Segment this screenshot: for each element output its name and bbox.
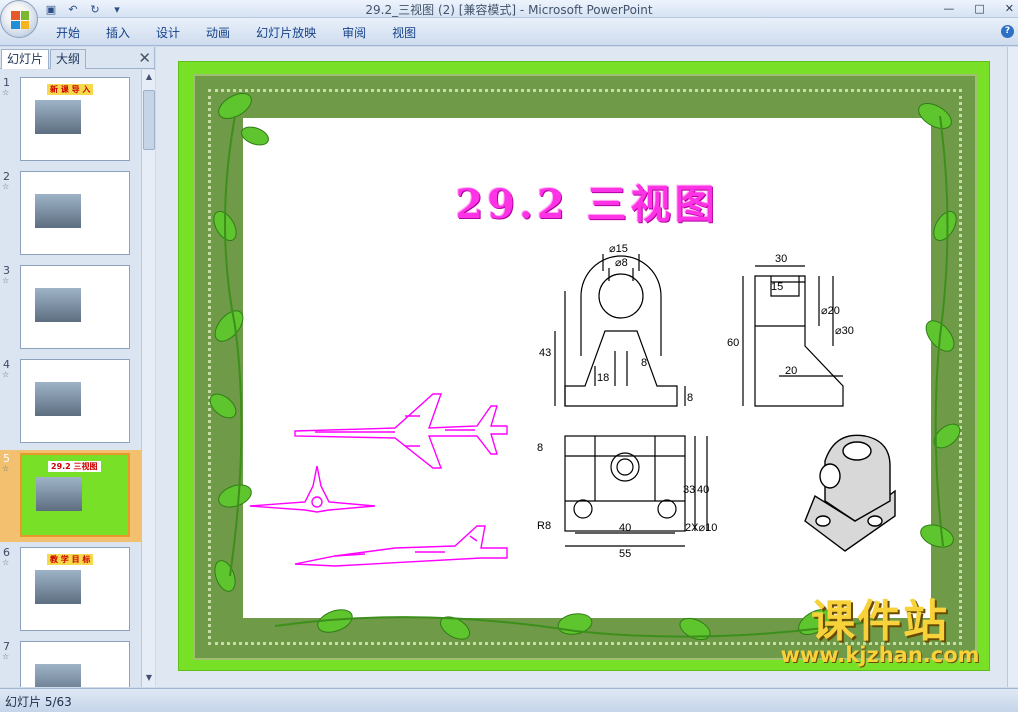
- thumbnail-preview: 29.2 三视图: [20, 453, 130, 537]
- tab-animations[interactable]: 动画: [206, 24, 230, 41]
- watermark-logo: 课件站: [811, 596, 949, 647]
- window-title: 29.2_三视图 (2) [兼容模式] - Microsoft PowerPoi…: [365, 3, 653, 17]
- dim-h60: 60: [727, 337, 739, 349]
- thumbnail-preview: [20, 359, 130, 443]
- front-view-drawing: ⌀15 ⌀8 43 18 8 8: [539, 243, 693, 407]
- thumbnail-image: [35, 570, 81, 604]
- slide-thumbnails: 1 ☆ 新 课 导 入 2 ☆ 3 ☆ 4 ☆ 5 ☆ 29.2 三视图 6 ☆ 教 学 目 标 7 ☆: [0, 70, 141, 687]
- dim-w8: 8: [641, 357, 647, 369]
- panel-close-icon[interactable]: ✕: [138, 49, 151, 67]
- office-logo-icon: [11, 11, 29, 29]
- slide-thumbnail[interactable]: 1 ☆ 新 课 导 入: [0, 74, 141, 166]
- thumbnail-image: [35, 194, 81, 228]
- scroll-thumb[interactable]: [143, 90, 155, 150]
- slide-thumbnail[interactable]: 4 ☆: [0, 356, 141, 448]
- thumbnail-image: [36, 477, 82, 511]
- dim-h40: 40: [697, 484, 709, 496]
- dim-h43: 43: [539, 347, 551, 359]
- scroll-up-icon[interactable]: ▲: [143, 72, 155, 84]
- thumbnail-heading: 教 学 目 标: [47, 554, 94, 565]
- animation-star-icon: ☆: [2, 558, 10, 567]
- tab-slides[interactable]: 幻灯片: [1, 49, 50, 69]
- thumbnail-image: [35, 100, 81, 134]
- title-bar: ▣ ↶ ↻ ▾ 29.2_三视图 (2) [兼容模式] - Microsoft …: [0, 0, 1018, 18]
- dim-r8: R8: [537, 520, 551, 532]
- tab-insert[interactable]: 插入: [106, 24, 130, 41]
- tab-review[interactable]: 审阅: [342, 24, 366, 41]
- thumbnail-preview: [20, 171, 130, 255]
- thumbnail-heading: 新 课 导 入: [47, 84, 94, 95]
- slide-counter: 幻灯片 5/63: [5, 695, 72, 709]
- ribbon: 开始 插入 设计 动画 幻灯片放映 审阅 视图 ?: [0, 18, 1018, 46]
- animation-star-icon: ☆: [2, 276, 10, 285]
- dim-w30: 30: [775, 253, 787, 265]
- dim-h18: 18: [597, 372, 609, 384]
- dim-w20: 20: [785, 365, 797, 377]
- animation-star-icon: ☆: [2, 88, 10, 97]
- thumbnail-heading: 29.2 三视图: [48, 461, 101, 472]
- animation-star-icon: ☆: [2, 652, 10, 661]
- decorative-frame: 29.2 三视图 ⌀15 ⌀8 43 18 8 8 30 15 60 ⌀20 ⌀…: [193, 74, 977, 660]
- dim-h8: 8: [687, 392, 693, 404]
- slide-thumbnail[interactable]: 5 ☆ 29.2 三视图: [0, 450, 141, 542]
- slide-thumbnail[interactable]: 6 ☆ 教 学 目 标: [0, 544, 141, 636]
- window-controls: — □ ✕: [943, 2, 1014, 15]
- dim-d20: ⌀20: [821, 305, 840, 317]
- dim-w40: 40: [619, 522, 631, 534]
- slide-thumbnail[interactable]: 2 ☆: [0, 168, 141, 260]
- close-icon[interactable]: ✕: [1005, 2, 1014, 15]
- isometric-part-drawing: [804, 434, 896, 552]
- watermark-url: www.kjzhan.com: [780, 643, 980, 667]
- office-button[interactable]: [0, 0, 38, 38]
- animation-star-icon: ☆: [2, 182, 10, 191]
- panel-scrollbar[interactable]: ▲ ▼: [141, 70, 155, 687]
- scroll-down-icon[interactable]: ▼: [143, 673, 155, 685]
- slide-thumbnail[interactable]: 7 ☆: [0, 638, 141, 687]
- thumbnail-preview: [20, 641, 130, 687]
- animation-star-icon: ☆: [2, 370, 10, 379]
- current-slide[interactable]: 29.2 三视图 ⌀15 ⌀8 43 18 8 8 30 15 60 ⌀20 ⌀…: [178, 61, 990, 671]
- dim-w15: 15: [771, 281, 783, 293]
- maximize-icon[interactable]: □: [974, 2, 984, 15]
- help-icon[interactable]: ?: [1001, 25, 1014, 38]
- tab-slideshow[interactable]: 幻灯片放映: [256, 24, 316, 41]
- thumbnail-preview: 教 学 目 标: [20, 547, 130, 631]
- dim-h33: 33: [683, 484, 695, 496]
- dim-d8: ⌀8: [615, 257, 628, 269]
- airplane-three-views: [249, 393, 508, 567]
- slide-editing-area: 29.2 三视图 ⌀15 ⌀8 43 18 8 8 30 15 60 ⌀20 ⌀…: [156, 47, 1018, 687]
- thumbnail-preview: 新 课 导 入: [20, 77, 130, 161]
- slide-title[interactable]: 29.2 三视图: [195, 172, 979, 230]
- thumbnail-image: [35, 382, 81, 416]
- thumbnail-preview: [20, 265, 130, 349]
- animation-star-icon: ☆: [2, 464, 10, 473]
- watermark: 课件站 www.kjzhan.com: [764, 585, 996, 667]
- dim-d15: ⌀15: [609, 243, 628, 255]
- dim-d30: ⌀30: [835, 325, 854, 337]
- thumbnail-image: [35, 288, 81, 322]
- tab-view[interactable]: 视图: [392, 24, 416, 41]
- minimize-icon[interactable]: —: [943, 2, 954, 15]
- thumbnail-image: [35, 664, 81, 687]
- tab-home[interactable]: 开始: [56, 24, 80, 41]
- slide-thumbnail[interactable]: 3 ☆: [0, 262, 141, 354]
- ribbon-tabs: 开始 插入 设计 动画 幻灯片放映 审阅 视图: [56, 24, 442, 41]
- tab-design[interactable]: 设计: [156, 24, 180, 41]
- dim-w55: 55: [619, 548, 631, 560]
- tab-outline[interactable]: 大纲: [50, 49, 87, 69]
- top-view-drawing: 8 33 40 R8 40 2X⌀10 55: [537, 435, 717, 560]
- stage-scrollbar[interactable]: [1007, 47, 1018, 687]
- dim-h8b: 8: [537, 442, 543, 454]
- dim-holes: 2X⌀10: [685, 522, 717, 534]
- status-bar: 幻灯片 5/63: [0, 688, 1018, 712]
- panel-tabs: 幻灯片 大纲 ✕: [0, 47, 155, 69]
- side-view-drawing: 30 15 60 ⌀20 ⌀30 20: [727, 253, 854, 407]
- slides-panel: 幻灯片 大纲 ✕ 1 ☆ 新 课 导 入 2 ☆ 3 ☆ 4 ☆ 5 ☆ 29.2 三视图 6 ☆ 教 学 …: [0, 47, 155, 687]
